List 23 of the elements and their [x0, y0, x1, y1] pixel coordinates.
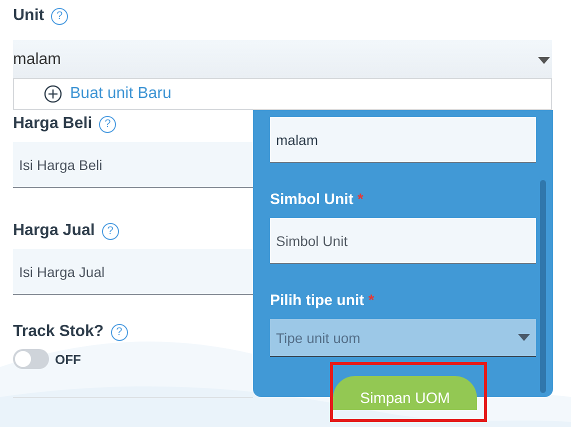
field-label: Unit [13, 7, 44, 25]
input-field[interactable]: Isi Harga Jual [13, 249, 253, 295]
field-label: Simbol Unit * [270, 191, 364, 208]
toggle-switch[interactable] [13, 349, 49, 369]
help-icon[interactable]: ? [99, 116, 116, 132]
select-field[interactable]: Tipe unit uom [270, 319, 536, 357]
caret-icon [538, 56, 550, 64]
input-field[interactable]: malam [270, 117, 536, 163]
create-option[interactable]: Buat unit Baru [14, 79, 172, 109]
save-button[interactable]: Simpan UOM [333, 376, 477, 410]
plus-circle-icon [44, 85, 62, 103]
input-field[interactable]: Isi Harga Beli [13, 142, 253, 188]
field-label: Harga Beli [13, 115, 92, 133]
scrollbar[interactable] [540, 180, 546, 393]
field-label: Track Stok? [13, 323, 104, 341]
help-icon[interactable]: ? [51, 8, 68, 24]
input-field[interactable]: Simbol Unit [270, 218, 536, 264]
field-label: Pilih tipe unit * [270, 292, 374, 309]
toggle-state: OFF [55, 352, 81, 366]
help-icon[interactable]: ? [102, 222, 119, 240]
help-icon[interactable]: ? [110, 324, 128, 340]
unit-dropdown[interactable]: malam [13, 40, 552, 80]
field-label: Harga Jual [13, 222, 95, 240]
